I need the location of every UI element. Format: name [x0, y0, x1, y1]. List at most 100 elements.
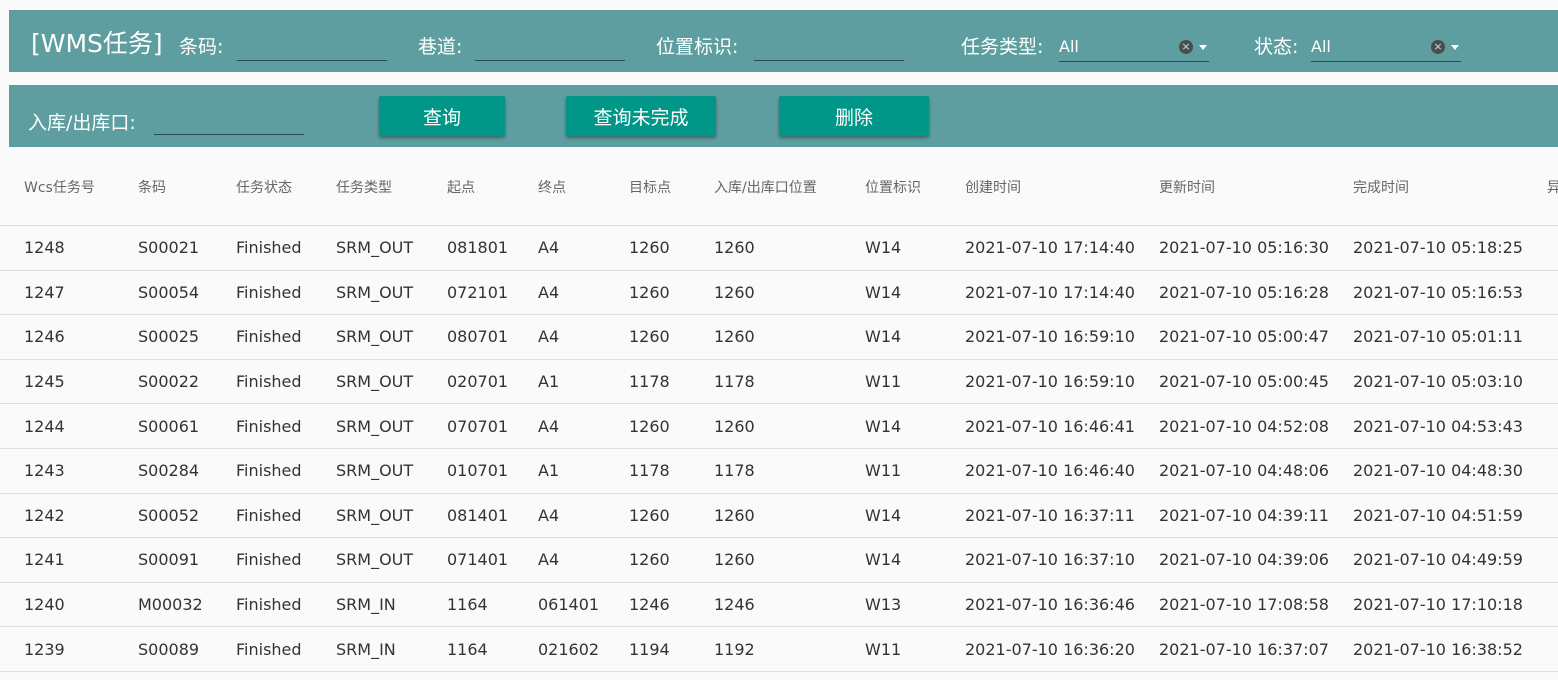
table-row[interactable]: 1242 S00052 Finished SRM_OUT 081401 A4 1260 126…: [0, 493, 1558, 539]
table-cell: [1547, 626, 1558, 672]
table-cell: SRM_OUT: [336, 270, 447, 316]
table-cell: Finished: [236, 626, 336, 672]
table-cell: W13: [865, 582, 965, 628]
table-row[interactable]: 1241 S00091 Finished SRM_OUT 071401 A4 1260 126…: [0, 537, 1558, 583]
column-header[interactable]: 条码: [138, 148, 236, 226]
table-cell: SRM_OUT: [336, 403, 447, 449]
table-cell: 2021-07-10 05:16:28: [1159, 270, 1353, 316]
table-cell: SRM_IN: [336, 582, 447, 628]
table-cell: 1260: [629, 270, 714, 316]
table-cell: 1260: [714, 314, 865, 360]
chevron-down-icon[interactable]: [1451, 45, 1459, 50]
column-header[interactable]: 完成时间: [1353, 148, 1547, 226]
table-cell: A4: [538, 270, 629, 316]
column-header[interactable]: 任务类型: [336, 148, 447, 226]
table-cell: SRM_OUT: [336, 225, 447, 271]
table-cell: 1260: [714, 225, 865, 271]
table-cell: 2021-07-10 05:01:11: [1353, 314, 1547, 360]
table-row[interactable]: 1247 S00054 Finished SRM_OUT 072101 A4 1260 126…: [0, 270, 1558, 316]
table-cell: [1547, 537, 1558, 583]
task-type-select[interactable]: All ×: [1059, 33, 1209, 62]
table-row[interactable]: 1245 S00022 Finished SRM_OUT 020701 A1 1178 117…: [0, 359, 1558, 405]
table-cell: S00089: [138, 626, 236, 672]
barcode-input[interactable]: [237, 36, 387, 61]
query-button[interactable]: 查询: [379, 96, 505, 136]
table-row[interactable]: 1243 S00284 Finished SRM_OUT 010701 A1 1178 117…: [0, 448, 1558, 494]
table-cell: [1547, 582, 1558, 628]
table-cell: 1164: [447, 626, 538, 672]
location-input[interactable]: [754, 36, 904, 61]
table-cell: 1192: [714, 626, 865, 672]
table-cell: 2021-07-10 04:39:06: [1159, 537, 1353, 583]
table-cell: 070701: [447, 403, 538, 449]
table-cell: 1244: [0, 403, 138, 449]
table-row[interactable]: 1248 S00021 Finished SRM_OUT 081801 A4 1260 126…: [0, 225, 1558, 271]
table-cell: S00052: [138, 493, 236, 539]
table-cell: 1240: [0, 582, 138, 628]
table-cell: Finished: [236, 359, 336, 405]
table-row[interactable]: 1246 S00025 Finished SRM_OUT 080701 A4 1260 126…: [0, 314, 1558, 360]
clear-icon[interactable]: ×: [1431, 40, 1445, 54]
column-header[interactable]: 更新时间: [1159, 148, 1353, 226]
table-cell: 1260: [629, 493, 714, 539]
table-cell: Finished: [236, 582, 336, 628]
table-cell: 2021-07-10 16:36:46: [965, 582, 1159, 628]
table-cell: SRM_OUT: [336, 359, 447, 405]
table-cell: 1242: [0, 493, 138, 539]
table-cell: M00032: [138, 582, 236, 628]
table-cell: [1547, 314, 1558, 360]
table-cell: 2021-07-10 16:37:07: [1159, 626, 1353, 672]
table-row[interactable]: 1240 M00032 Finished SRM_IN 1164 061401 1246 12…: [0, 582, 1558, 628]
filter-bar-bottom: 入库/出库口: 查询 查询未完成 删除: [9, 85, 1558, 147]
table-cell: 2021-07-10 04:48:30: [1353, 448, 1547, 494]
table-cell: 2021-07-10 05:00:47: [1159, 314, 1353, 360]
task-table: Wcs任务号 条码 任务状态 任务类型 起点 终点 目标点 入库/出库口位置 位置标识 创建时间更…: [0, 148, 1558, 672]
table-cell: 1246: [0, 314, 138, 360]
query-unfinished-button[interactable]: 查询未完成: [566, 96, 716, 136]
table-cell: 1245: [0, 359, 138, 405]
table-row[interactable]: 1244 S00061 Finished SRM_OUT 070701 A4 1260 126…: [0, 403, 1558, 449]
table-cell: 081801: [447, 225, 538, 271]
lane-input[interactable]: [475, 36, 625, 61]
task-table-container[interactable]: Wcs任务号 条码 任务状态 任务类型 起点 终点 目标点 入库/出库口位置 位置标识 创建时间更…: [0, 148, 1558, 680]
table-cell: 010701: [447, 448, 538, 494]
table-cell: W14: [865, 225, 965, 271]
table-cell: 2021-07-10 05:00:45: [1159, 359, 1353, 405]
column-header[interactable]: 终点: [538, 148, 629, 226]
table-cell: S00061: [138, 403, 236, 449]
table-cell: W11: [865, 448, 965, 494]
column-header[interactable]: 位置标识: [865, 148, 965, 226]
table-cell: 1246: [714, 582, 865, 628]
table-cell: SRM_OUT: [336, 493, 447, 539]
chevron-down-icon[interactable]: [1199, 45, 1207, 50]
table-cell: A4: [538, 537, 629, 583]
table-cell: 2021-07-10 16:46:40: [965, 448, 1159, 494]
table-cell: A4: [538, 314, 629, 360]
column-header[interactable]: 入库/出库口位置: [714, 148, 865, 226]
table-cell: 2021-07-10 05:18:25: [1353, 225, 1547, 271]
column-header[interactable]: 任务状态: [236, 148, 336, 226]
port-input[interactable]: [154, 110, 304, 135]
table-cell: [1547, 225, 1558, 271]
table-cell: 1260: [629, 403, 714, 449]
delete-button[interactable]: 删除: [779, 96, 929, 136]
table-cell: 1164: [447, 582, 538, 628]
table-cell: S00021: [138, 225, 236, 271]
table-cell: 2021-07-10 04:53:43: [1353, 403, 1547, 449]
table-cell: 2021-07-10 04:48:06: [1159, 448, 1353, 494]
column-header[interactable]: Wcs任务号: [0, 148, 138, 226]
table-cell: 2021-07-10 05:03:10: [1353, 359, 1547, 405]
table-cell: 2021-07-10 17:08:58: [1159, 582, 1353, 628]
column-header[interactable]: 异: [1547, 148, 1558, 226]
table-cell: [1547, 448, 1558, 494]
table-cell: 1243: [0, 448, 138, 494]
table-cell: 061401: [538, 582, 629, 628]
table-cell: 1178: [629, 448, 714, 494]
table-cell: 080701: [447, 314, 538, 360]
column-header[interactable]: 目标点: [629, 148, 714, 226]
column-header[interactable]: 创建时间: [965, 148, 1159, 226]
table-row[interactable]: 1239 S00089 Finished SRM_IN 1164 021602 1194 11…: [0, 626, 1558, 672]
clear-icon[interactable]: ×: [1179, 40, 1193, 54]
status-select[interactable]: All ×: [1311, 33, 1461, 62]
column-header[interactable]: 起点: [447, 148, 538, 226]
